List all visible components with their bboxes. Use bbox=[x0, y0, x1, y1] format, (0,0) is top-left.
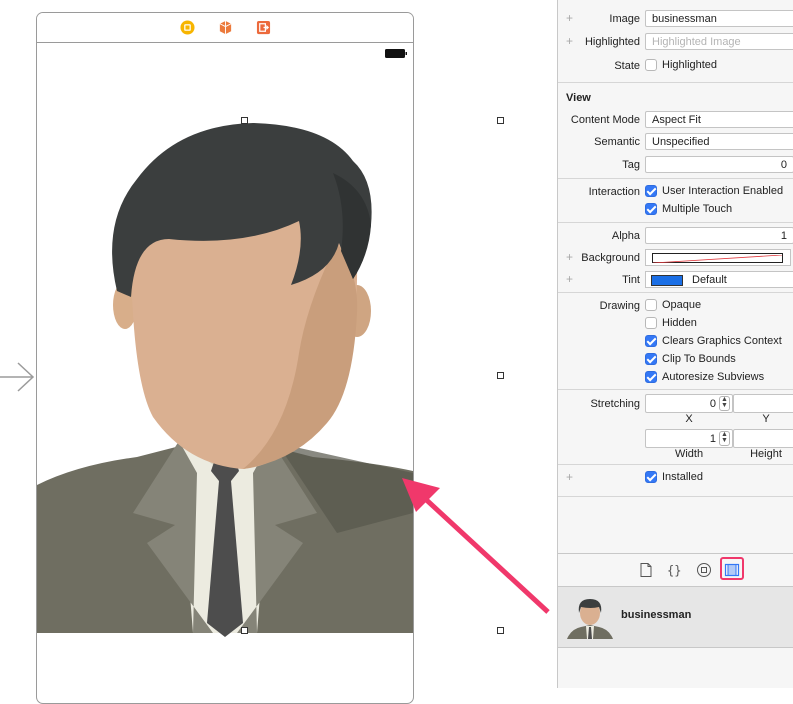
attributes-inspector: + Image businessman + Highlighted Highli… bbox=[557, 0, 793, 688]
image-field[interactable]: businessman bbox=[645, 10, 793, 27]
state-row: State Highlighted bbox=[558, 57, 793, 75]
multiple-touch-checkbox[interactable] bbox=[645, 203, 657, 215]
content-mode-row: Content Mode Aspect Fit bbox=[558, 111, 793, 129]
businessman-thumbnail[interactable] bbox=[567, 593, 613, 641]
x-label: X bbox=[685, 413, 693, 425]
clears-graphics-context-checkbox[interactable] bbox=[645, 335, 657, 347]
resize-handle-right-bottom[interactable] bbox=[497, 627, 504, 634]
stretch-y-stepper[interactable]: 0 ▲▼ bbox=[733, 394, 793, 413]
resize-handle-top[interactable] bbox=[241, 117, 248, 124]
stepper-arrows-icon[interactable]: ▲ ▼ bbox=[719, 431, 730, 446]
content-mode-select[interactable]: Aspect Fit bbox=[645, 111, 793, 128]
semantic-label: Semantic bbox=[594, 136, 640, 148]
stretch-x-value: 0 bbox=[709, 398, 716, 410]
hidden-row: Hidden bbox=[558, 315, 793, 333]
interaction-row: Interaction User Interaction Enabled bbox=[558, 183, 793, 201]
autoresize-subviews-checkbox[interactable] bbox=[645, 371, 657, 383]
storyboard-canvas[interactable] bbox=[0, 0, 556, 704]
state-highlighted-checkbox[interactable] bbox=[645, 59, 657, 71]
alpha-field[interactable]: 1 bbox=[645, 227, 793, 244]
hidden-label: Hidden bbox=[662, 317, 697, 329]
stretch-width-value: 1 bbox=[709, 433, 716, 445]
state-label: State bbox=[614, 60, 640, 72]
stretch-x-stepper[interactable]: 0 ▲ ▼ bbox=[645, 394, 733, 413]
code-snippet-icon[interactable]: {} bbox=[666, 562, 682, 578]
media-library-highlight bbox=[720, 557, 744, 580]
tint-color-swatch bbox=[651, 275, 683, 286]
stretch-width-stepper[interactable]: 1 ▲ ▼ bbox=[645, 429, 733, 448]
clip-to-bounds-row: Clip To Bounds bbox=[558, 351, 793, 369]
autoresize-subviews-label: Autoresize Subviews bbox=[662, 371, 765, 383]
media-library-list[interactable]: businessman bbox=[558, 587, 793, 648]
resize-handle-right-middle[interactable] bbox=[497, 372, 504, 379]
semantic-row: Semantic Unspecified bbox=[558, 133, 793, 151]
tag-label: Tag bbox=[622, 159, 640, 171]
background-row: + Background bbox=[558, 249, 793, 267]
state-highlighted-label: Highlighted bbox=[662, 59, 718, 71]
add-variation-icon[interactable]: + bbox=[566, 272, 573, 286]
highlighted-image-field[interactable]: Highlighted Image bbox=[645, 33, 793, 50]
clears-graphics-context-label: Clears Graphics Context bbox=[662, 335, 782, 347]
clip-to-bounds-label: Clip To Bounds bbox=[662, 353, 736, 365]
opaque-checkbox[interactable] bbox=[645, 299, 657, 311]
add-variation-icon[interactable]: + bbox=[566, 34, 573, 48]
width-label: Width bbox=[674, 448, 704, 460]
multiple-touch-label: Multiple Touch bbox=[662, 203, 733, 215]
library-item-name: businessman bbox=[621, 609, 692, 621]
tint-row: + Tint Default bbox=[558, 271, 793, 289]
entry-point-arrow-icon bbox=[0, 362, 35, 392]
interaction-label: Interaction bbox=[588, 186, 640, 198]
tag-row: Tag 0 bbox=[558, 156, 793, 174]
library-tab-bar: {} bbox=[558, 553, 793, 587]
installed-label: Installed bbox=[662, 471, 703, 483]
highlighted-row: + Highlighted Highlighted Image bbox=[558, 33, 793, 51]
add-variation-icon[interactable]: + bbox=[566, 11, 573, 25]
semantic-select[interactable]: Unspecified bbox=[645, 133, 793, 150]
y-label: Y bbox=[762, 413, 770, 425]
height-label: Height bbox=[750, 448, 782, 460]
highlighted-label: Highlighted bbox=[584, 36, 640, 48]
add-variation-icon[interactable]: + bbox=[566, 470, 573, 484]
user-interaction-checkbox[interactable] bbox=[645, 185, 657, 197]
tint-value: Default bbox=[692, 274, 727, 286]
drawing-opaque-row: Drawing Opaque bbox=[558, 297, 793, 315]
image-row: + Image businessman bbox=[558, 10, 793, 28]
stretch-height-stepper[interactable]: 1 ▲▼ bbox=[733, 429, 793, 448]
resize-handle-right-top[interactable] bbox=[497, 117, 504, 124]
content-mode-label: Content Mode bbox=[570, 114, 640, 126]
stretching-label: Stretching bbox=[590, 398, 640, 410]
background-color-well[interactable] bbox=[645, 249, 791, 266]
hidden-checkbox[interactable] bbox=[645, 317, 657, 329]
svg-text:{}: {} bbox=[667, 564, 681, 578]
view-section-title: View bbox=[566, 92, 591, 104]
resize-handle-bottom[interactable] bbox=[241, 627, 248, 634]
clip-to-bounds-checkbox[interactable] bbox=[645, 353, 657, 365]
opaque-label: Opaque bbox=[662, 299, 702, 311]
tag-field[interactable]: 0 bbox=[645, 156, 793, 173]
object-library-icon[interactable] bbox=[696, 562, 712, 578]
tint-label: Tint bbox=[622, 274, 640, 286]
autoresize-row: Autoresize Subviews bbox=[558, 369, 793, 387]
drawing-label: Drawing bbox=[599, 300, 640, 312]
add-variation-icon[interactable]: + bbox=[566, 250, 573, 264]
installed-checkbox[interactable] bbox=[645, 471, 657, 483]
clears-context-row: Clears Graphics Context bbox=[558, 333, 793, 351]
installed-row: + Installed bbox=[558, 469, 793, 487]
view-controller-scene[interactable] bbox=[36, 12, 414, 704]
image-label: Image bbox=[609, 13, 640, 25]
user-interaction-label: User Interaction Enabled bbox=[662, 185, 784, 197]
alpha-label: Alpha bbox=[611, 230, 640, 242]
background-label: Background bbox=[581, 252, 640, 264]
file-template-icon[interactable] bbox=[638, 562, 654, 578]
stepper-arrows-icon[interactable]: ▲ ▼ bbox=[719, 396, 730, 411]
businessman-image-view[interactable] bbox=[37, 13, 413, 703]
alpha-row: Alpha 1 bbox=[558, 227, 793, 245]
multiple-touch-row: Multiple Touch bbox=[558, 201, 793, 219]
